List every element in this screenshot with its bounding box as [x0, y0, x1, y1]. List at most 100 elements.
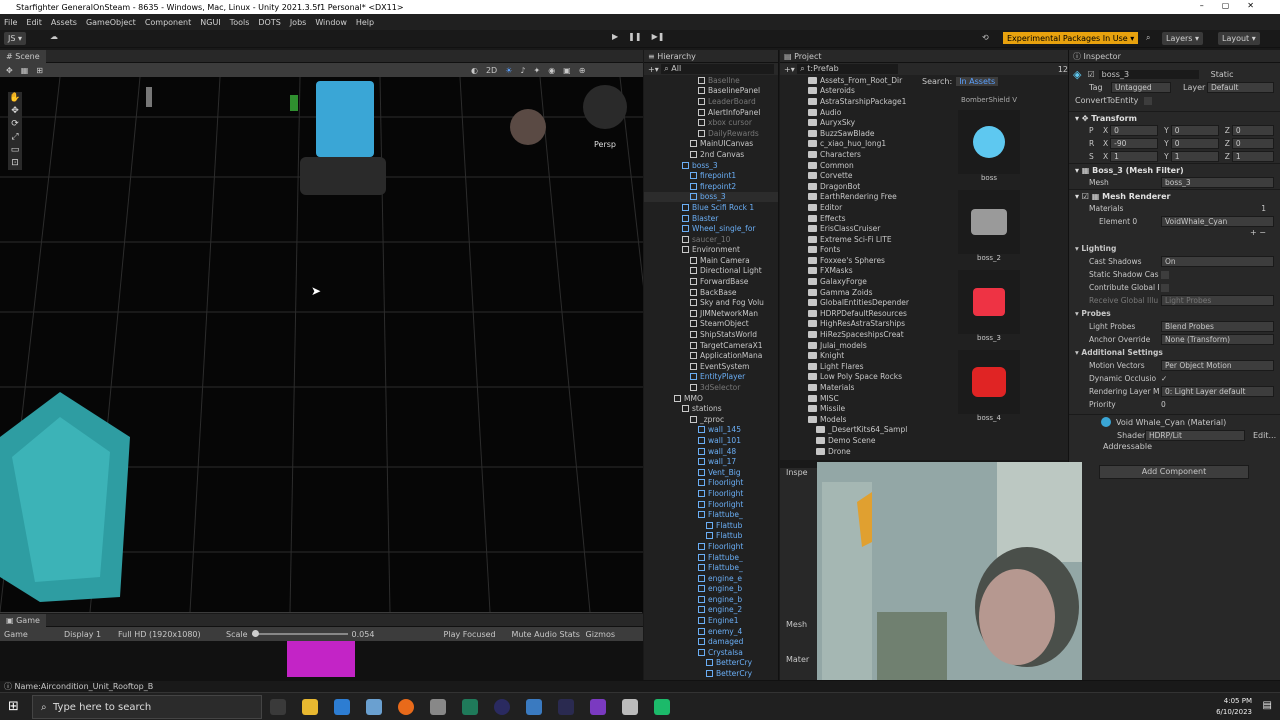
history-icon[interactable]: ⟲ [982, 33, 989, 42]
hierarchy-item[interactable]: Basellne [644, 75, 778, 86]
project-folder-item[interactable]: Common [808, 160, 912, 171]
windows-start-icon[interactable]: ⊞ [8, 699, 19, 714]
app-icon-1[interactable] [334, 699, 350, 715]
project-folder-item[interactable]: GalaxyForge [808, 276, 912, 287]
transform-header[interactable]: ▾ ✥ Transform [1069, 111, 1280, 124]
hierarchy-item[interactable]: MMO [644, 393, 778, 404]
draw-mode-icon[interactable]: ◐ [471, 66, 478, 75]
asset-thumb-boss[interactable] [958, 110, 1020, 174]
rect-tool-icon[interactable]: ▭ [8, 144, 22, 157]
addressable-label[interactable]: Addressable [1069, 442, 1280, 455]
project-folder-item[interactable]: Characters [808, 149, 912, 160]
project-folder-item[interactable]: Editor [808, 202, 912, 213]
project-folder-item[interactable]: AstraStarshipPackage1 [808, 96, 912, 107]
dynamic-occlusion-checkbox[interactable]: ✓ [1161, 374, 1167, 383]
app-icon-2[interactable] [366, 699, 382, 715]
hierarchy-item[interactable]: Directional Light [644, 266, 778, 277]
position-y[interactable]: 0 [1170, 125, 1219, 136]
menu-dots[interactable]: DOTS [258, 18, 280, 27]
project-folder-item[interactable]: Foxxee's Spheres [808, 255, 912, 266]
hierarchy-item[interactable]: saucer_10 [644, 234, 778, 245]
window-controls[interactable]: –▢✕ [1200, 1, 1272, 10]
materials-label[interactable]: Materials [1089, 204, 1261, 213]
rendering-layer-dropdown[interactable]: 0: Light Layer default [1161, 386, 1274, 397]
hierarchy-item[interactable]: Blaster [644, 213, 778, 224]
project-folder-item[interactable]: Audio [808, 107, 912, 118]
search-scope-dropdown[interactable]: In Assets [956, 77, 999, 86]
step-button-icon[interactable]: ▶❚ [652, 32, 665, 41]
hierarchy-item[interactable]: BackBase [644, 287, 778, 298]
layout-dropdown[interactable]: Layout ▾ [1218, 32, 1260, 45]
app-icon-3[interactable] [462, 699, 478, 715]
hierarchy-item[interactable]: firepoint2 [644, 181, 778, 192]
hierarchy-item[interactable]: MainUICanvas [644, 139, 778, 150]
app-icon-4[interactable] [494, 699, 510, 715]
hierarchy-item[interactable]: 2nd Canvas [644, 149, 778, 160]
hierarchy-item[interactable]: DailyRewards [644, 128, 778, 139]
project-folder-item[interactable]: AuryxSky [808, 117, 912, 128]
game-dropdown[interactable]: Game [4, 630, 64, 639]
additional-header[interactable]: ▾ Additional Settings [1069, 346, 1280, 359]
display-dropdown[interactable]: Display 1 [64, 630, 118, 639]
project-filter-input[interactable]: ⌕ t:Prefab [797, 64, 898, 74]
hierarchy-item[interactable]: LeaderBoard [644, 96, 778, 107]
project-folder-item[interactable]: HighResAstraStarships [808, 319, 912, 330]
project-folder-item[interactable]: ErisClassCruiser [808, 223, 912, 234]
project-folder-item[interactable]: Demo Scene [808, 435, 912, 446]
project-folder-item[interactable]: EarthRendering Free [808, 192, 912, 203]
edit-shader-button[interactable]: Edit... [1253, 431, 1276, 440]
scale-tool-icon[interactable]: ⤢ [8, 131, 22, 144]
contribute-gi-checkbox[interactable] [1161, 283, 1169, 292]
hierarchy-item[interactable]: wall_101 [644, 435, 778, 446]
hierarchy-item[interactable]: JIMNetworkMan [644, 308, 778, 319]
hierarchy-item[interactable]: EntityPlayer [644, 372, 778, 383]
hierarchy-item[interactable]: Sky and Fog Volu [644, 297, 778, 308]
file-explorer-icon[interactable] [302, 699, 318, 715]
hierarchy-item[interactable]: engine_b [644, 594, 778, 605]
asset-thumb-boss-2[interactable] [958, 190, 1020, 254]
add-asset-icon[interactable]: +▾ [784, 65, 797, 74]
rotate-tool-icon[interactable]: ⟳ [8, 118, 22, 131]
project-folder-item[interactable]: Knight [808, 350, 912, 361]
tab-hierarchy[interactable]: Hierarchy [657, 52, 696, 61]
probes-header[interactable]: ▾ Probes [1069, 307, 1280, 320]
hierarchy-item[interactable]: boss_3 [644, 160, 778, 171]
tab-mini-inspector[interactable]: Inspe [780, 468, 818, 480]
static-shadow-checkbox[interactable] [1161, 270, 1169, 279]
hierarchy-item[interactable]: Engine1 [644, 615, 778, 626]
add-remove-element[interactable]: + − [1069, 228, 1280, 242]
project-folder-item[interactable]: Light Flares [808, 361, 912, 372]
camera-icon[interactable]: ▣ [563, 66, 571, 75]
hierarchy-item[interactable]: _zproc [644, 414, 778, 425]
account-dropdown[interactable]: JS ▾ [4, 32, 26, 45]
hierarchy-item[interactable]: Blue Scifi Rock 1 [644, 202, 778, 213]
hierarchy-item[interactable]: BaselinePanel [644, 86, 778, 97]
scale-y[interactable]: 1 [1170, 151, 1219, 162]
hierarchy-item[interactable]: xbox cursor [644, 117, 778, 128]
pause-button-icon[interactable]: ❚❚ [628, 32, 641, 41]
visual-studio-icon[interactable] [590, 699, 606, 715]
gizmos-icon[interactable]: ⊕ [579, 66, 586, 75]
scale-z[interactable]: 1 [1231, 151, 1274, 162]
menu-jobs[interactable]: Jobs [290, 18, 307, 27]
project-folder-item[interactable]: BuzzSawBlade [808, 128, 912, 139]
project-folder-item[interactable]: Extreme Sci-Fi LITE [808, 234, 912, 245]
priority-field[interactable]: 0 [1161, 400, 1166, 409]
taskbar-search-input[interactable]: ⌕ Type here to search [32, 695, 262, 719]
hierarchy-item[interactable]: engine_e [644, 573, 778, 584]
play-button-icon[interactable]: ▶ [612, 32, 618, 41]
hierarchy-item[interactable]: wall_17 [644, 456, 778, 467]
hierarchy-item[interactable]: Floorlight [644, 499, 778, 510]
menu-component[interactable]: Component [145, 18, 191, 27]
anchor-field[interactable]: None (Transform) [1161, 334, 1274, 345]
app-icon-6[interactable] [558, 699, 574, 715]
rotation-z[interactable]: 0 [1231, 138, 1274, 149]
lighting-toggle-icon[interactable]: ☀ [505, 66, 512, 75]
play-focused-dropdown[interactable]: Play Focused [444, 630, 512, 639]
persp-label[interactable]: Persp [594, 140, 616, 149]
hierarchy-item[interactable]: Floorlight [644, 541, 778, 552]
effects-icon[interactable]: ✦ [533, 66, 540, 75]
cloud-icon[interactable]: ☁ [50, 32, 58, 41]
game-viewport[interactable] [0, 641, 643, 680]
hierarchy-item[interactable]: EventSystem [644, 361, 778, 372]
